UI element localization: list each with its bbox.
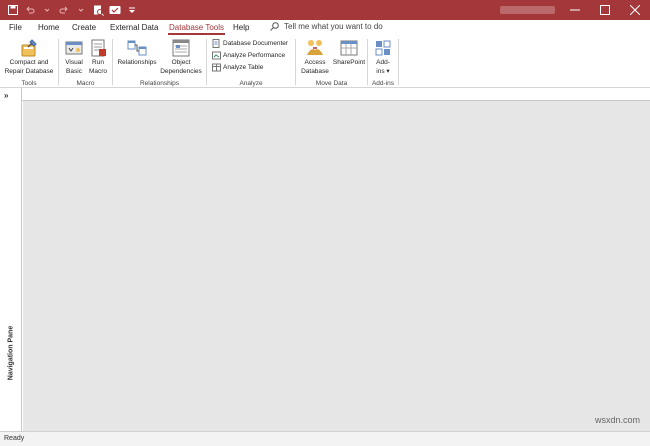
run-macro-label-line2: Macro	[88, 68, 108, 75]
sharepoint-button[interactable]: SharePoint	[332, 36, 366, 67]
visual-basic-button[interactable]: Visual Basic	[62, 36, 86, 76]
group-relationships: Relationships Object Dependencies Relati…	[113, 36, 206, 88]
expand-nav-pane-button[interactable]: »	[4, 91, 8, 100]
database-documenter-icon	[212, 39, 220, 48]
database-documenter-button[interactable]: Database Documenter	[212, 39, 288, 48]
sharepoint-label: SharePoint	[332, 59, 366, 66]
compact-repair-button[interactable]: Compact and Repair Database	[0, 36, 58, 76]
dropdown-caret-icon[interactable]	[40, 3, 54, 17]
object-dependencies-label-line1: Object	[171, 59, 191, 66]
compact-label-line2: Repair Database	[4, 68, 54, 75]
group-label-add-ins: Add-ins	[371, 80, 395, 87]
tab-create[interactable]: Create	[72, 23, 96, 32]
group-macro: Visual Basic Run Macro Macro	[59, 36, 112, 88]
compact-label-line1: Compact and	[9, 59, 49, 66]
add-ins-icon	[375, 40, 391, 56]
ribbon: Compact and Repair Database Tools Visual…	[0, 36, 650, 123]
access-database-label-line2: Database	[301, 68, 329, 75]
group-label-relationships: Relationships	[139, 80, 180, 87]
add-ins-label-line1: Add-	[376, 59, 390, 66]
analyze-performance-icon	[212, 51, 221, 60]
maximize-icon[interactable]	[590, 0, 620, 20]
run-macro-icon	[91, 39, 106, 57]
minimize-icon[interactable]	[560, 0, 590, 20]
status-bar: Ready	[0, 431, 650, 446]
visual-basic-label-line2: Basic	[66, 68, 82, 75]
save-icon[interactable]	[6, 3, 20, 17]
dropdown-caret-icon[interactable]	[74, 3, 88, 17]
group-label-tools: Tools	[21, 80, 37, 87]
blurred-title-text	[500, 6, 555, 14]
quick-access-toolbar	[6, 3, 139, 17]
lightbulb-search-icon	[270, 22, 279, 31]
tell-me-text: Tell me what you want to do	[284, 22, 383, 31]
tab-database-tools[interactable]: Database Tools	[168, 23, 225, 35]
group-move-data: Access Database SharePoint Move Data	[296, 36, 367, 88]
analyze-table-icon	[212, 63, 221, 72]
window-controls	[560, 0, 650, 20]
add-ins-button[interactable]: Add- ins ▾	[369, 36, 397, 76]
ribbon-tabs: File Home Create External Data Database …	[0, 20, 650, 36]
spelling-icon[interactable]	[108, 3, 122, 17]
access-database-label-line1: Access	[304, 59, 326, 66]
add-ins-label-line2: ins ▾	[376, 68, 390, 75]
navigation-pane-label[interactable]: Navigation Pane	[8, 326, 15, 380]
analyze-performance-button[interactable]: Analyze Performance	[212, 51, 285, 60]
tab-external-data[interactable]: External Data	[110, 23, 158, 32]
database-documenter-label: Database Documenter	[223, 40, 289, 47]
status-text: Ready	[4, 435, 25, 442]
group-tools: Compact and Repair Database Tools	[0, 36, 58, 88]
sharepoint-icon	[340, 40, 358, 56]
access-database-button[interactable]: Access Database	[298, 36, 332, 76]
tell-me-search[interactable]: Tell me what you want to do	[270, 22, 383, 31]
group-label-macro: Macro	[76, 80, 95, 87]
analyze-table-label: Analyze Table	[223, 64, 264, 71]
run-macro-label-line1: Run	[92, 59, 104, 66]
visual-basic-label-line1: Visual	[65, 59, 83, 66]
object-dependencies-label-line2: Dependencies	[160, 68, 202, 75]
undo-icon[interactable]	[23, 3, 37, 17]
relationships-button[interactable]: Relationships	[115, 36, 159, 67]
object-dependencies-icon	[172, 39, 190, 57]
tab-file[interactable]: File	[9, 23, 22, 32]
object-dependencies-button[interactable]: Object Dependencies	[159, 36, 203, 76]
close-icon[interactable]	[620, 0, 650, 20]
visual-basic-icon	[65, 41, 83, 55]
group-label-move-data: Move Data	[315, 80, 348, 87]
ribbon-divider	[398, 39, 399, 85]
title-bar	[0, 0, 650, 20]
analyze-table-button[interactable]: Analyze Table	[212, 63, 263, 72]
compact-repair-icon	[21, 39, 37, 57]
redo-icon[interactable]	[57, 3, 71, 17]
group-add-ins: Add- ins ▾ Add-ins	[368, 36, 398, 88]
analyze-performance-label: Analyze Performance	[223, 52, 286, 59]
run-macro-button[interactable]: Run Macro	[86, 36, 110, 76]
workspace-area: wsxdn.com	[23, 101, 650, 431]
tab-help[interactable]: Help	[233, 23, 249, 32]
group-analyze: Database Documenter Analyze Performance …	[207, 36, 295, 88]
relationships-icon	[127, 40, 147, 56]
relationships-label: Relationships	[117, 59, 157, 66]
watermark-text: wsxdn.com	[594, 415, 640, 425]
print-preview-icon[interactable]	[91, 3, 105, 17]
document-tab-strip	[0, 88, 650, 101]
navigation-pane: » Navigation Pane	[0, 88, 22, 431]
tab-home[interactable]: Home	[38, 23, 59, 32]
group-label-analyze: Analyze	[239, 80, 263, 87]
access-database-icon	[307, 40, 323, 55]
customize-qat-icon[interactable]	[125, 3, 139, 17]
